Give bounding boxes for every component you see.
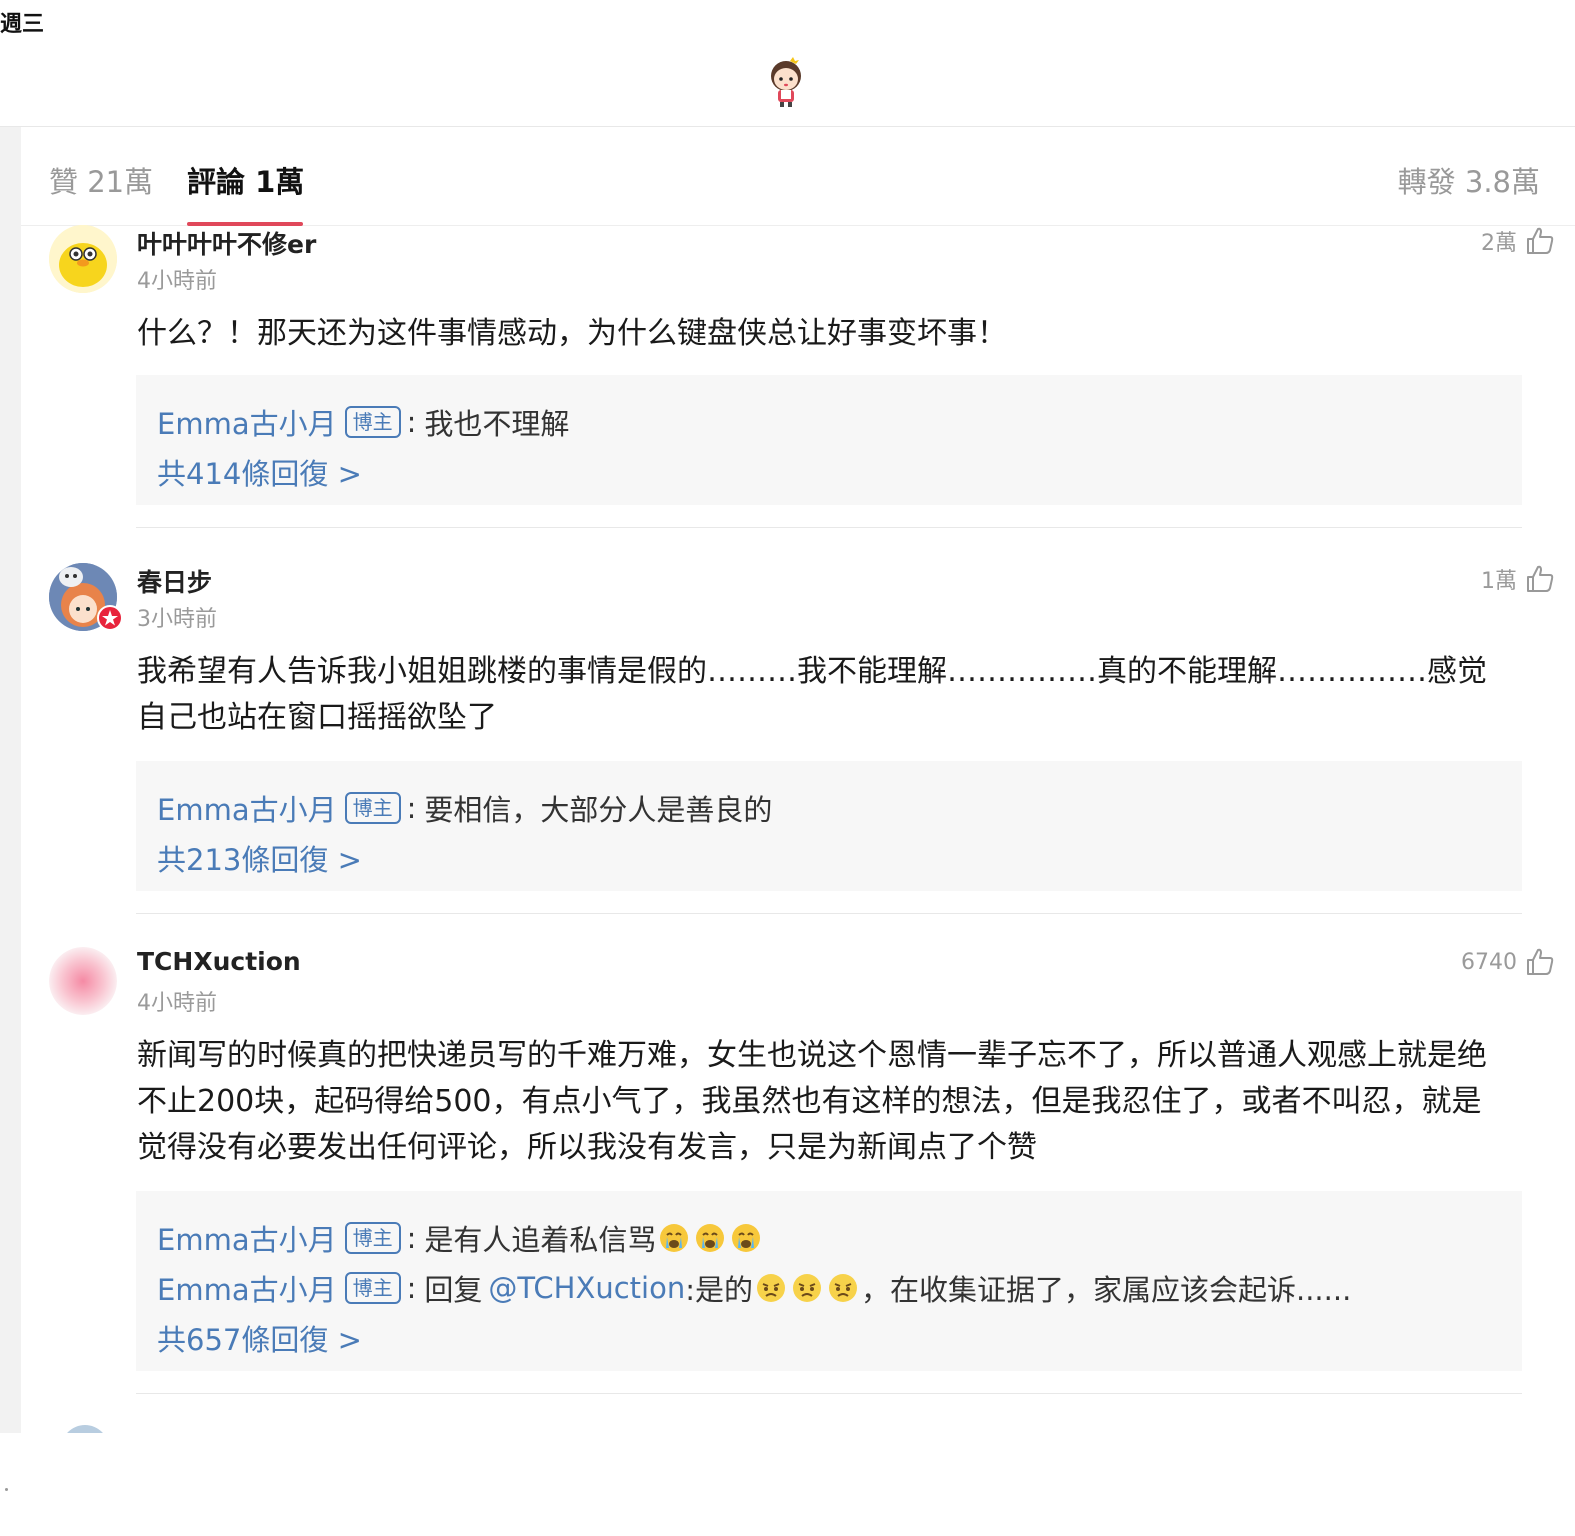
reply-count-link[interactable]: 共414條回復 > [157, 451, 362, 493]
verified-star-icon [97, 605, 123, 631]
tab-likes[interactable]: 贊 21萬 [49, 159, 153, 201]
like-button[interactable]: 6740 [1461, 947, 1555, 977]
reply-author[interactable]: Emma古小月 [157, 787, 337, 829]
avatar[interactable] [49, 225, 117, 293]
reply-author[interactable]: Emma古小月 [157, 1267, 337, 1309]
blurred-avatar-icon [49, 947, 117, 1015]
top-bar: 週三 [0, 0, 1575, 127]
comment-text: 什么？！那天还为这件事情感动，为什么键盘侠总让好事变坏事！ [137, 316, 1007, 351]
reply-box: Emma古小月 博主 : 要相信，大部分人是善良的 共213條回復 > [136, 761, 1522, 891]
comment-item: 春日步 3小時前 1萬 我希望有人告诉我小姐姐跳楼的事情是假的………我不能理解…… [21, 563, 1575, 915]
bottom-area [0, 1433, 1575, 1536]
thumbs-up-icon[interactable] [1525, 564, 1555, 594]
divider [136, 913, 1522, 914]
reply-text: 我也不理解 [424, 407, 570, 441]
reply-separator: : [406, 1271, 417, 1305]
like-count: 2萬 [1481, 231, 1517, 256]
sad-face-emoji-icon [792, 1274, 821, 1302]
mention-link[interactable]: @TCHXuction [488, 1271, 685, 1305]
comment-card: 贊 21萬 評論 1萬 轉發 3.8萬 叶叶叶叶不修er 4小時前 2萬 什么？… [21, 127, 1575, 1433]
thumbs-up-icon[interactable] [1525, 947, 1555, 977]
comment-time: 4小時前 [137, 991, 217, 1016]
comment-time: 4小時前 [137, 269, 217, 294]
sad-face-emoji-icon [756, 1274, 785, 1302]
reply-text: :是的 [685, 1273, 753, 1307]
like-count: 6740 [1461, 949, 1517, 975]
reply-author[interactable]: Emma古小月 [157, 401, 337, 443]
tab-bar: 贊 21萬 評論 1萬 轉發 3.8萬 [21, 127, 1575, 226]
reply-separator: : [406, 791, 417, 825]
author-badge: 博主 [344, 1272, 401, 1304]
mascot-icon [771, 57, 801, 107]
page-dot [5, 1488, 8, 1491]
like-count: 1萬 [1481, 569, 1517, 594]
divider [136, 527, 1522, 528]
reply-line: Emma古小月 博主 : 回复 @TCHXuction :是的 ，在收集证据了，… [157, 1267, 1351, 1309]
reply-suffix: ，在收集证据了，家属应该会起诉...... [860, 1273, 1352, 1307]
reply-box: Emma古小月 博主 : 我也不理解 共414條回復 > [136, 375, 1522, 505]
username[interactable]: 春日步 [137, 563, 212, 599]
comment-item: TCHXuction 4小時前 6740 新闻写的时候真的把快递员写的千难万难，… [21, 947, 1575, 1397]
reply-separator: : [406, 1221, 417, 1255]
reply-author[interactable]: Emma古小月 [157, 1217, 337, 1259]
reply-separator: : [406, 405, 417, 439]
username[interactable]: TCHXuction [137, 947, 301, 976]
tab-comments[interactable]: 評論 1萬 [187, 159, 304, 201]
status-day: 週三 [0, 12, 45, 37]
reply-count-link[interactable]: 共657條回復 > [157, 1317, 362, 1359]
comment-text: 新闻写的时候真的把快递员写的千难万难，女生也说这个恩情一辈子忘不了，所以普通人观… [137, 1038, 1487, 1165]
reply-line: Emma古小月 博主 : 是有人追着私信骂 [157, 1217, 764, 1259]
duck-avatar-icon [49, 225, 117, 293]
author-badge: 博主 [344, 792, 401, 824]
reply-text: 要相信，大部分人是善良的 [424, 793, 773, 827]
reply-box: Emma古小月 博主 : 是有人追着私信骂 Emma古小月 博主 : 回复 @T… [136, 1191, 1522, 1371]
reply-count-link[interactable]: 共213條回復 > [157, 837, 362, 879]
username[interactable]: 叶叶叶叶不修er [137, 225, 316, 261]
crying-emoji-icon [660, 1224, 689, 1252]
crying-emoji-icon [696, 1224, 725, 1252]
comment-time: 3小時前 [137, 607, 217, 632]
comment-text: 我希望有人告诉我小姐姐跳楼的事情是假的………我不能理解……………真的不能理解……… [137, 654, 1487, 735]
avatar[interactable] [49, 947, 117, 1015]
sad-face-emoji-icon [828, 1274, 857, 1302]
divider [136, 1393, 1522, 1394]
next-comment-avatar [61, 1425, 109, 1433]
author-badge: 博主 [344, 1222, 401, 1254]
tab-reposts[interactable]: 轉發 3.8萬 [1398, 159, 1540, 201]
reply-text: 是有人追着私信骂 [424, 1223, 657, 1257]
like-button[interactable]: 1萬 [1481, 563, 1555, 595]
comment-item: 叶叶叶叶不修er 4小時前 2萬 什么？！那天还为这件事情感动，为什么键盘侠总让… [21, 225, 1575, 529]
comment-panel: 贊 21萬 評論 1萬 轉發 3.8萬 叶叶叶叶不修er 4小時前 2萬 什么？… [0, 127, 1575, 1433]
like-button[interactable]: 2萬 [1481, 225, 1555, 257]
reply-prefix: 回复 [424, 1273, 483, 1307]
thumbs-up-icon[interactable] [1525, 226, 1555, 256]
reply-line: Emma古小月 博主 : 我也不理解 [157, 401, 569, 443]
crying-emoji-icon [732, 1224, 761, 1252]
reply-line: Emma古小月 博主 : 要相信，大部分人是善良的 [157, 787, 772, 829]
author-badge: 博主 [344, 406, 401, 438]
